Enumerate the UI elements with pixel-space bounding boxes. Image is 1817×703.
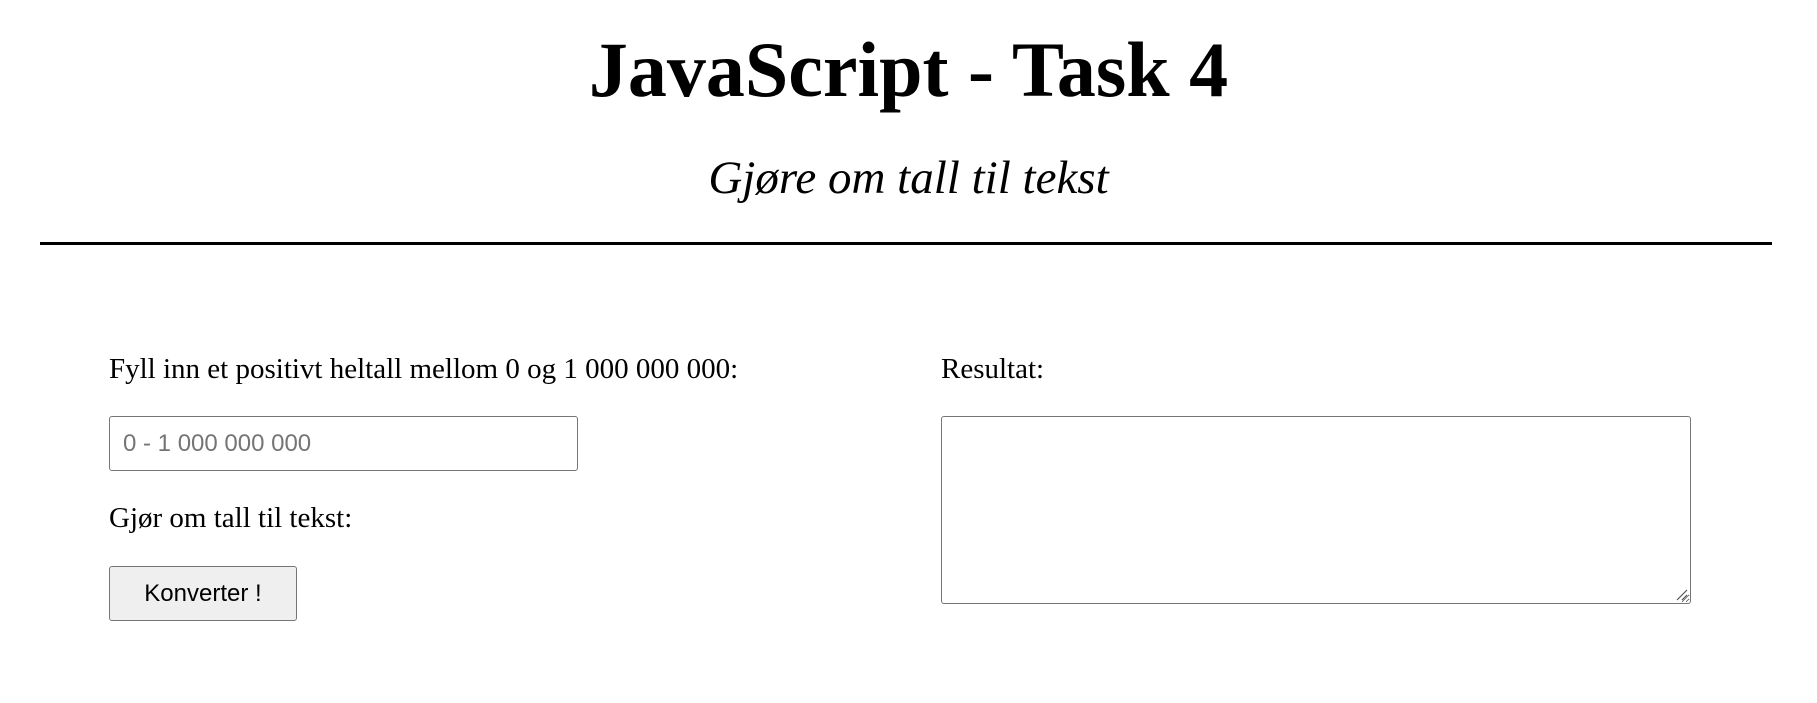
number-input[interactable] xyxy=(109,416,578,471)
convert-label: Gjør om tall til tekst: xyxy=(109,502,353,534)
header-divider xyxy=(40,242,1772,245)
result-textarea[interactable] xyxy=(941,416,1691,604)
result-label: Resultat: xyxy=(941,353,1045,385)
page-subtitle: Gjøre om tall til tekst xyxy=(708,152,1109,204)
number-input-label: Fyll inn et positivt heltall mellom 0 og… xyxy=(109,353,739,385)
page-title: JavaScript - Task 4 xyxy=(588,26,1229,113)
convert-button[interactable]: Konverter ! xyxy=(109,566,297,621)
